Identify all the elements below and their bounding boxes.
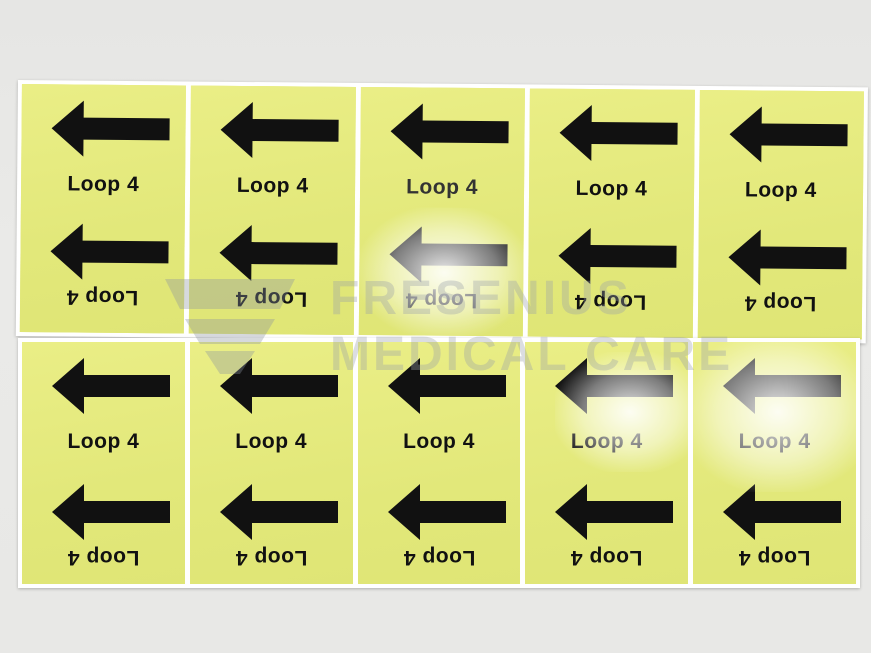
sticker-label: Loop 4 Loop 4 (357, 342, 521, 584)
sticker-label: Loop 4 Loop 4 (358, 86, 526, 337)
label-caption: Loop 4 (570, 430, 643, 453)
left-arrow-icon (389, 226, 508, 283)
sticker-label: Loop 4 Loop 4 (22, 342, 185, 584)
label-caption: Loop 4 (67, 430, 140, 453)
left-arrow-icon (52, 484, 170, 540)
sticker-label: Loop 4 Loop 4 (189, 85, 356, 335)
left-arrow-icon (723, 484, 842, 540)
left-arrow-icon (219, 225, 338, 282)
label-caption: Loop 4 (67, 172, 140, 197)
sticker-label: Loop 4 Loop 4 (693, 342, 856, 584)
left-arrow-icon (728, 229, 847, 286)
label-caption: Loop 4 (236, 173, 309, 198)
left-arrow-icon (559, 105, 678, 162)
label-caption-flipped: Loop 4 (574, 289, 647, 314)
label-caption: Loop 4 (744, 178, 817, 202)
label-caption-flipped: Loop 4 (67, 546, 140, 569)
left-arrow-icon (50, 223, 169, 280)
left-arrow-icon (219, 358, 338, 414)
left-arrow-icon (558, 228, 677, 285)
sticker-label: Loop 4 Loop 4 (527, 88, 695, 338)
label-caption-flipped: Loop 4 (235, 546, 308, 569)
left-arrow-icon (723, 358, 842, 414)
label-caption-flipped: Loop 4 (405, 288, 478, 313)
label-caption-flipped: Loop 4 (235, 286, 308, 311)
label-caption-flipped: Loop 4 (403, 546, 475, 569)
label-caption: Loop 4 (406, 175, 479, 200)
label-caption-flipped: Loop 4 (738, 546, 811, 569)
left-arrow-icon (220, 102, 340, 159)
left-arrow-icon (387, 358, 506, 414)
label-sheet-top: Loop 4 Loop 4 Loop 4 Loop 4 Loop 4 Loop … (15, 80, 868, 344)
label-caption: Loop 4 (575, 176, 648, 201)
label-caption: Loop 4 (738, 430, 811, 453)
sticker-label: Loop 4 Loop 4 (525, 342, 689, 584)
label-caption-flipped: Loop 4 (743, 291, 816, 315)
left-arrow-icon (387, 484, 506, 540)
left-arrow-icon (555, 358, 674, 414)
label-caption-flipped: Loop 4 (66, 285, 139, 310)
left-arrow-icon (52, 358, 170, 414)
sticker-label: Loop 4 Loop 4 (697, 89, 864, 340)
label-caption: Loop 4 (403, 430, 475, 453)
label-caption: Loop 4 (235, 430, 308, 453)
label-sheet-bottom: Loop 4 Loop 4 Loop 4 Loop 4 Loop 4 Loop … (18, 338, 860, 588)
left-arrow-icon (555, 484, 674, 540)
sticker-label: Loop 4 Loop 4 (189, 342, 353, 584)
sticker-label: Loop 4 Loop 4 (19, 84, 187, 334)
left-arrow-icon (51, 100, 170, 157)
left-arrow-icon (390, 103, 509, 160)
left-arrow-icon (729, 106, 848, 163)
label-caption-flipped: Loop 4 (570, 546, 643, 569)
left-arrow-icon (219, 484, 338, 540)
